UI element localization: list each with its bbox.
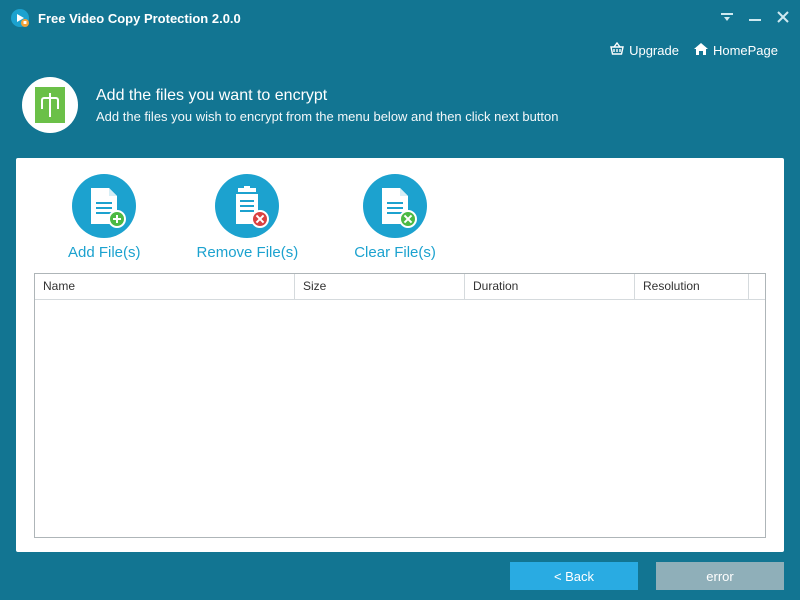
banner-title: Add the files you want to encrypt — [96, 87, 558, 105]
clear-files-label: Clear File(s) — [354, 244, 436, 261]
title-bar: Free Video Copy Protection 2.0.0 — [0, 0, 800, 36]
banner-subtitle: Add the files you wish to encrypt from t… — [96, 109, 558, 124]
homepage-link[interactable]: HomePage — [693, 42, 778, 59]
add-files-button[interactable]: Add File(s) — [68, 174, 141, 261]
main-panel: Add File(s) Remove File(s) Clear File(s)… — [16, 158, 784, 552]
col-resolution[interactable]: Resolution — [635, 274, 749, 299]
plus-icon — [108, 210, 126, 228]
remove-icon — [251, 210, 269, 228]
banner-zip-icon — [22, 77, 78, 133]
back-button[interactable]: < Back — [510, 562, 638, 590]
header-links: Upgrade HomePage — [0, 36, 800, 69]
footer-buttons: < Back error — [510, 562, 784, 590]
file-table: Name Size Duration Resolution — [34, 273, 766, 538]
homepage-label: HomePage — [713, 43, 778, 58]
window-controls — [720, 10, 790, 27]
home-icon — [693, 42, 709, 59]
col-duration[interactable]: Duration — [465, 274, 635, 299]
instruction-banner: Add the files you want to encrypt Add th… — [0, 69, 800, 151]
remove-files-button[interactable]: Remove File(s) — [197, 174, 299, 261]
dropdown-icon[interactable] — [720, 10, 734, 27]
clear-files-button[interactable]: Clear File(s) — [354, 174, 436, 261]
close-icon[interactable] — [776, 10, 790, 27]
upgrade-label: Upgrade — [629, 43, 679, 58]
col-spacer — [749, 274, 765, 299]
col-name[interactable]: Name — [35, 274, 295, 299]
upgrade-link[interactable]: Upgrade — [609, 42, 679, 59]
app-icon — [10, 8, 30, 28]
error-button[interactable]: error — [656, 562, 784, 590]
table-header: Name Size Duration Resolution — [35, 274, 765, 300]
clear-icon — [399, 210, 417, 228]
app-title: Free Video Copy Protection 2.0.0 — [38, 11, 241, 26]
col-size[interactable]: Size — [295, 274, 465, 299]
basket-icon — [609, 42, 625, 59]
add-files-label: Add File(s) — [68, 244, 141, 261]
actions-row: Add File(s) Remove File(s) Clear File(s) — [34, 170, 766, 271]
remove-files-label: Remove File(s) — [197, 244, 299, 261]
minimize-icon[interactable] — [748, 10, 762, 27]
